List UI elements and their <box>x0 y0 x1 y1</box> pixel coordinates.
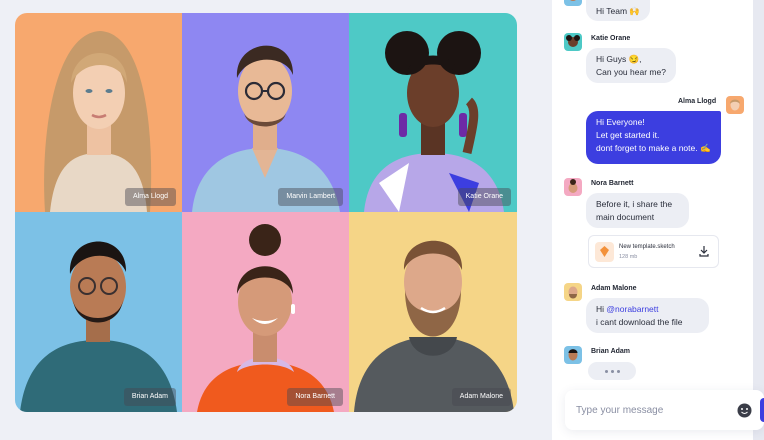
message-bubble: Hi Guys 😏, Can you hear me? <box>586 48 676 83</box>
video-tile-katie[interactable]: Katie Orane <box>349 13 517 212</box>
file-name: New template.sketch <box>619 244 675 250</box>
sender-name: Adam Malone <box>591 285 637 292</box>
video-tile-adam[interactable]: Adam Malone <box>349 212 517 412</box>
sender-name: Brian Adam <box>591 348 631 355</box>
message-text: Can you hear me? <box>596 67 666 77</box>
avatar <box>726 96 744 114</box>
message-text: Before it, i share the <box>596 199 673 209</box>
typing-dot <box>616 369 620 373</box>
avatar <box>564 33 582 51</box>
message-bubble: Before it, i share the main document <box>586 193 689 228</box>
participant-name-tag: Adam Malone <box>451 388 511 406</box>
message-bubble: Hi @norabarnett i cant download the file <box>586 298 709 333</box>
file-size: 128 mb <box>619 254 638 260</box>
message-input[interactable] <box>576 402 726 418</box>
download-icon[interactable] <box>698 245 710 257</box>
participant-name-tag: Brian Adam <box>123 388 176 406</box>
participant-name-tag: Nora Barnett <box>287 388 343 406</box>
participant-name-tag: Alma Llogd <box>124 188 176 206</box>
message-composer <box>565 390 764 430</box>
typing-indicator <box>588 362 636 380</box>
avatar <box>564 346 582 364</box>
file-attachment[interactable]: New template.sketch 128 mb <box>588 235 719 268</box>
video-tile-marvin[interactable]: Marvin Lambert <box>182 13 349 212</box>
participant-video <box>364 31 504 212</box>
message-text: Hi Team 🙌 <box>596 6 640 16</box>
typing-dot <box>610 369 614 373</box>
video-tile-alma[interactable]: Alma Llogd <box>15 13 182 212</box>
message-text: Hi Guys 😏, <box>596 54 642 64</box>
avatar <box>564 0 582 6</box>
message-bubble: Hi Team 🙌 <box>586 0 650 21</box>
video-tile-nora[interactable]: Nora Barnett <box>182 212 349 412</box>
message-text: dont forget to make a note. ✍ <box>596 143 711 153</box>
participant-video <box>354 240 514 412</box>
send-icon[interactable] <box>760 398 764 422</box>
participant-video <box>44 31 152 212</box>
participant-video <box>197 224 334 412</box>
message-text: Hi Everyone! <box>596 117 645 127</box>
participant-name-tag: Katie Orane <box>457 188 511 206</box>
message-text: Hi <box>596 304 605 314</box>
sender-name: Nora Barnett <box>591 180 634 187</box>
message-text: main document <box>596 212 655 222</box>
message-text: Let get started it. <box>596 130 660 140</box>
video-tile-brian[interactable]: Brian Adam <box>15 212 182 412</box>
avatar <box>564 178 582 196</box>
emoji-icon[interactable] <box>737 403 752 418</box>
sender-name: Katie Orane <box>591 35 631 42</box>
participant-name-tag: Marvin Lambert <box>278 188 343 206</box>
participant-video <box>20 241 177 412</box>
typing-dot <box>604 369 608 373</box>
video-grid: Alma Llogd Marvin Lambert Katie Orane Br… <box>15 13 517 412</box>
sender-name: Alma Llogd <box>678 98 717 105</box>
participant-video <box>192 45 340 212</box>
message-bubble-own: Hi Everyone! Let get started it. dont fo… <box>586 111 721 164</box>
avatar <box>564 283 582 301</box>
user-mention[interactable]: @norabarnett <box>606 304 658 314</box>
file-icon <box>595 242 614 262</box>
panel-scroll-edge[interactable] <box>753 0 764 440</box>
message-text: i cant download the file <box>596 317 683 327</box>
